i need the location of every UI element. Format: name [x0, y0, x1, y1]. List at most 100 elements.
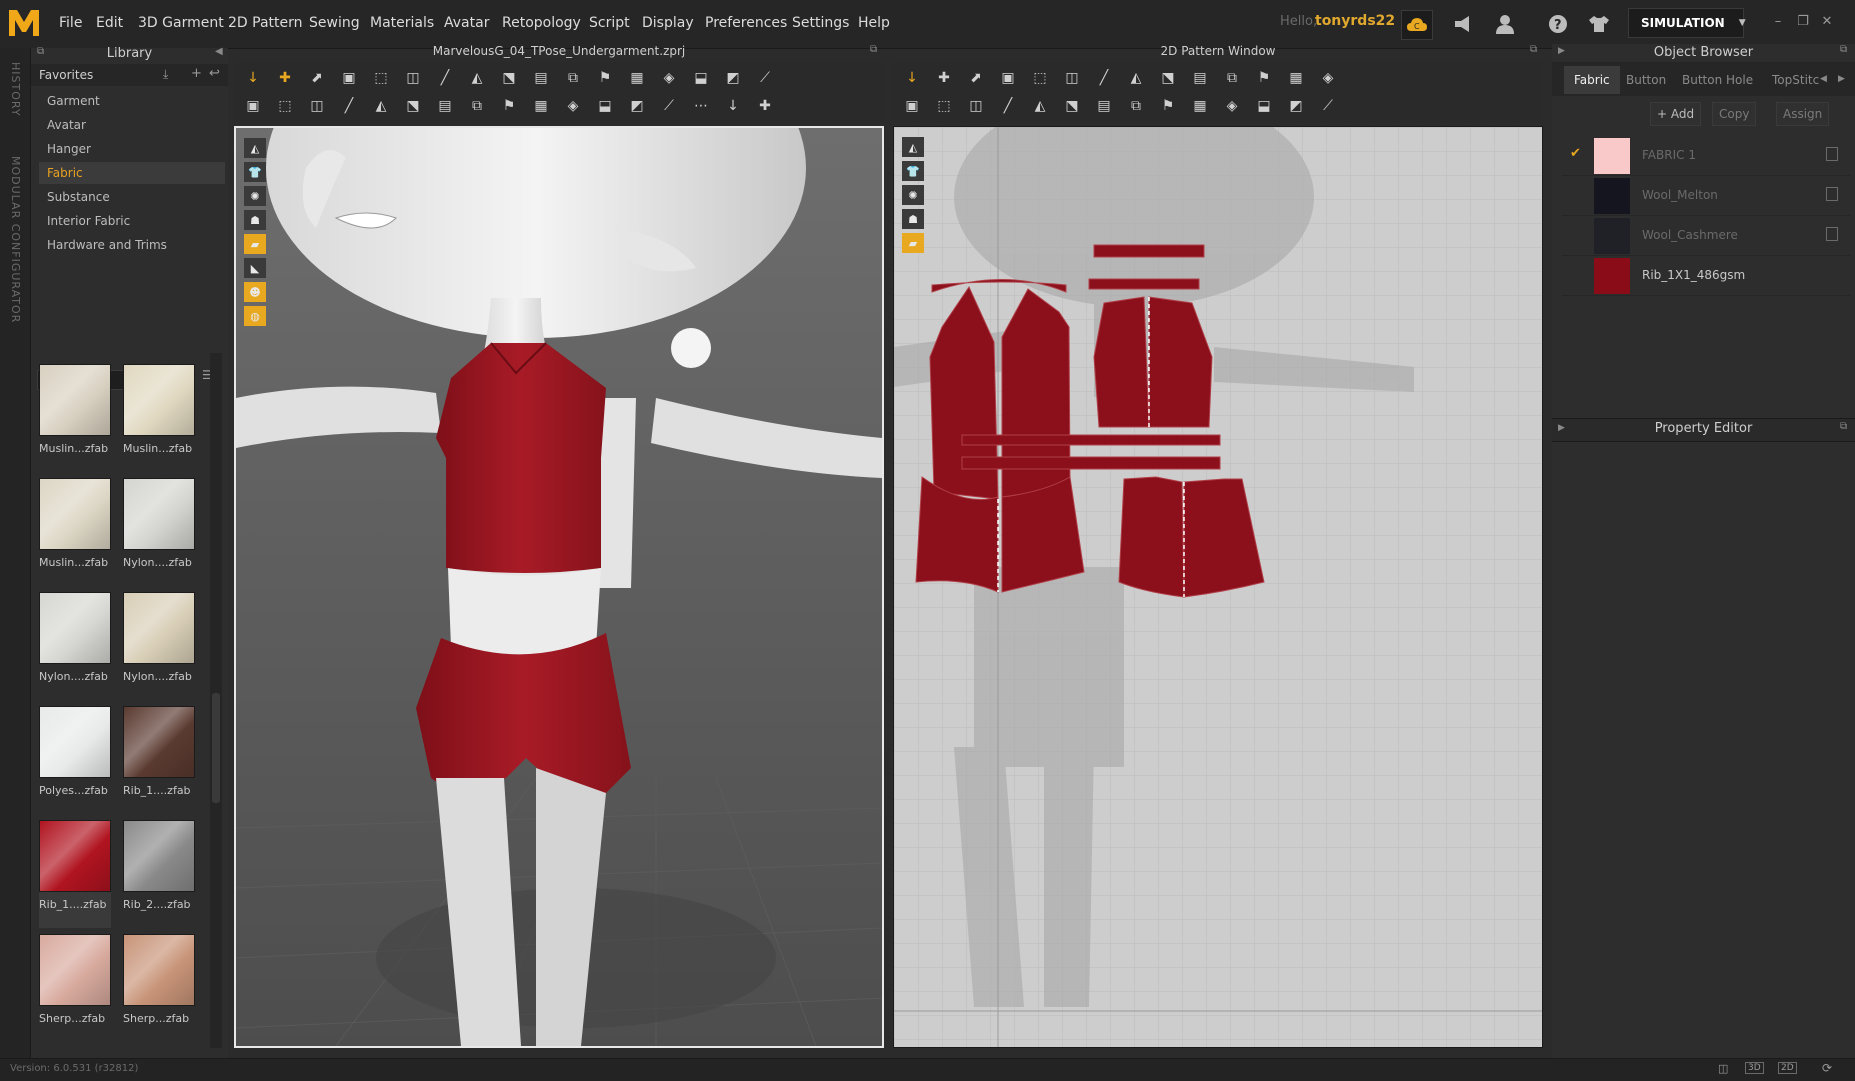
- 2d-tool-icon[interactable]: ▣: [901, 96, 923, 116]
- 3d-tool-icon[interactable]: ╱: [338, 96, 360, 116]
- 2d-tool-icon[interactable]: ◩: [1285, 96, 1307, 116]
- undock-icon[interactable]: ⧉: [37, 46, 44, 57]
- modular-configurator-tab[interactable]: MODULAR CONFIGURATOR: [9, 156, 22, 323]
- fabric-swatch[interactable]: [1594, 138, 1630, 174]
- 2d-tool-icon[interactable]: ⬚: [1029, 68, 1051, 88]
- tab-next-icon[interactable]: ▶: [1838, 74, 1845, 84]
- view-tool-icon[interactable]: ◭: [902, 137, 924, 157]
- library-scrollbar[interactable]: [210, 353, 222, 1048]
- 2d-tool-icon[interactable]: ◫: [965, 96, 987, 116]
- username[interactable]: tonyrds22: [1315, 13, 1395, 29]
- 3d-tool-icon[interactable]: ▣: [338, 68, 360, 88]
- fabric-row[interactable]: Wool_Melton: [1562, 176, 1850, 216]
- 3d-tool-icon[interactable]: ◩: [626, 96, 648, 116]
- 3d-tool-icon[interactable]: ⚑: [594, 68, 616, 88]
- 2d-tool-icon[interactable]: ◈: [1317, 68, 1339, 88]
- layout-split-icon[interactable]: ◫: [1718, 1062, 1728, 1075]
- library-item-hanger[interactable]: Hanger: [39, 138, 225, 160]
- add-fabric-button[interactable]: + Add: [1650, 102, 1702, 126]
- 3d-tool-icon[interactable]: ⬓: [594, 96, 616, 116]
- user-icon[interactable]: [1490, 10, 1520, 38]
- 2d-tool-icon[interactable]: ⬈: [965, 68, 987, 88]
- fabric-swatch[interactable]: [1594, 178, 1630, 214]
- fabric-thumbnail[interactable]: Sherp...zfab: [123, 934, 195, 1042]
- 2d-tool-icon[interactable]: ⟋: [1317, 96, 1339, 116]
- tab-prev-icon[interactable]: ◀: [1820, 74, 1827, 84]
- menu-help[interactable]: Help: [858, 15, 890, 31]
- view-tool-icon[interactable]: ▰: [902, 233, 924, 253]
- view-tool-icon[interactable]: ☗: [902, 209, 924, 229]
- assign-fabric-button[interactable]: Assign: [1776, 102, 1830, 126]
- fabric-thumbnail[interactable]: Polyes...zfab: [39, 706, 111, 814]
- library-item-avatar[interactable]: Avatar: [39, 114, 225, 136]
- collapse-left-icon[interactable]: ◀: [215, 46, 223, 57]
- 2d-tool-icon[interactable]: ▤: [1189, 68, 1211, 88]
- 2d-tool-icon[interactable]: ↓: [901, 68, 923, 88]
- 2d-tool-icon[interactable]: ▦: [1285, 68, 1307, 88]
- fabric-thumbnail[interactable]: Muslin...zfab: [39, 478, 111, 586]
- view-tool-icon[interactable]: ◭: [244, 138, 266, 158]
- library-item-substance[interactable]: Substance: [39, 186, 225, 208]
- fabric-thumbnail[interactable]: Nylon....zfab: [123, 592, 195, 700]
- view-2d-icon[interactable]: 2D: [1778, 1062, 1797, 1074]
- 3d-viewport[interactable]: ◭ 👕 ✺ ☗ ▰ ◣ ☻ ◍: [234, 126, 884, 1048]
- fabric-thumbnail[interactable]: Muslin...zfab: [39, 364, 111, 472]
- megaphone-icon[interactable]: [1448, 10, 1478, 38]
- 2d-tool-icon[interactable]: ◈: [1221, 96, 1243, 116]
- restore-icon[interactable]: ❐: [1794, 14, 1812, 32]
- delete-fabric-icon[interactable]: [1826, 147, 1838, 161]
- menu-file[interactable]: File: [59, 15, 82, 31]
- menu-2d-pattern[interactable]: 2D Pattern: [228, 15, 303, 31]
- tab-button-hole[interactable]: Button Hole: [1672, 66, 1763, 94]
- menu-sewing[interactable]: Sewing: [309, 15, 360, 31]
- 3d-tool-icon[interactable]: ⬔: [402, 96, 424, 116]
- 3d-tool-icon[interactable]: ✚: [274, 68, 296, 88]
- 2d-tool-icon[interactable]: ◭: [1029, 96, 1051, 116]
- menu-avatar[interactable]: Avatar: [444, 15, 489, 31]
- 2d-tool-icon[interactable]: ⚑: [1253, 68, 1275, 88]
- history-tab[interactable]: HISTORY: [9, 62, 22, 117]
- 3d-tool-icon[interactable]: ⋯: [690, 96, 712, 116]
- fabric-thumbnail[interactable]: Nylon....zfab: [123, 478, 195, 586]
- fabric-thumbnail[interactable]: Rib_1....zfab: [39, 820, 111, 928]
- favorites-label[interactable]: Favorites: [39, 68, 93, 82]
- menu-edit[interactable]: Edit: [96, 15, 123, 31]
- app-logo-icon[interactable]: [6, 6, 42, 40]
- 3d-tool-icon[interactable]: ↓: [242, 68, 264, 88]
- menu-3d-garment[interactable]: 3D Garment: [138, 15, 224, 31]
- delete-fabric-icon[interactable]: [1826, 187, 1838, 201]
- 3d-tool-icon[interactable]: ⚑: [498, 96, 520, 116]
- 2d-tool-icon[interactable]: ▣: [997, 68, 1019, 88]
- 2d-tool-icon[interactable]: ▤: [1093, 96, 1115, 116]
- view-tool-icon[interactable]: ✺: [244, 186, 266, 206]
- library-item-garment[interactable]: Garment: [39, 90, 225, 112]
- 3d-tool-icon[interactable]: ╱: [434, 68, 456, 88]
- fabric-thumbnail[interactable]: Rib_1....zfab: [123, 706, 195, 814]
- fabric-swatch[interactable]: [1594, 258, 1630, 294]
- menu-preferences[interactable]: Preferences: [705, 15, 787, 31]
- view-tool-icon[interactable]: ◣: [244, 258, 266, 278]
- undock-3d-icon[interactable]: ⧉: [870, 44, 877, 55]
- add-icon[interactable]: +: [191, 66, 202, 81]
- 2d-tool-icon[interactable]: ⬔: [1061, 96, 1083, 116]
- 3d-tool-icon[interactable]: ⧉: [562, 68, 584, 88]
- 2d-pattern-window[interactable]: ◭ 👕 ✺ ☗ ▰: [893, 126, 1543, 1048]
- 2d-tool-icon[interactable]: ◭: [1125, 68, 1147, 88]
- undock-2d-icon[interactable]: ⧉: [1530, 44, 1537, 55]
- library-item-hardware-and-trims[interactable]: Hardware and Trims: [39, 234, 225, 256]
- fabric-swatch[interactable]: [1594, 218, 1630, 254]
- 3d-tool-icon[interactable]: ▦: [530, 96, 552, 116]
- 3d-tool-icon[interactable]: ◈: [658, 68, 680, 88]
- 3d-tool-icon[interactable]: ▣: [242, 96, 264, 116]
- 3d-tool-icon[interactable]: ⟋: [658, 96, 680, 116]
- 3d-tool-icon[interactable]: ◫: [306, 96, 328, 116]
- view-tool-icon[interactable]: ☗: [244, 210, 266, 230]
- fabric-row[interactable]: Wool_Cashmere: [1562, 216, 1850, 256]
- 2d-tool-icon[interactable]: ╱: [997, 96, 1019, 116]
- 2d-tool-icon[interactable]: ⧉: [1125, 96, 1147, 116]
- view-3d-icon[interactable]: 3D: [1745, 1062, 1764, 1074]
- fabric-thumbnail[interactable]: Sherp...zfab: [39, 934, 111, 1042]
- fabric-thumbnail[interactable]: Nylon....zfab: [39, 592, 111, 700]
- undock-ob-icon[interactable]: ⧉: [1840, 44, 1847, 55]
- undock-prop-icon[interactable]: ⧉: [1840, 421, 1847, 432]
